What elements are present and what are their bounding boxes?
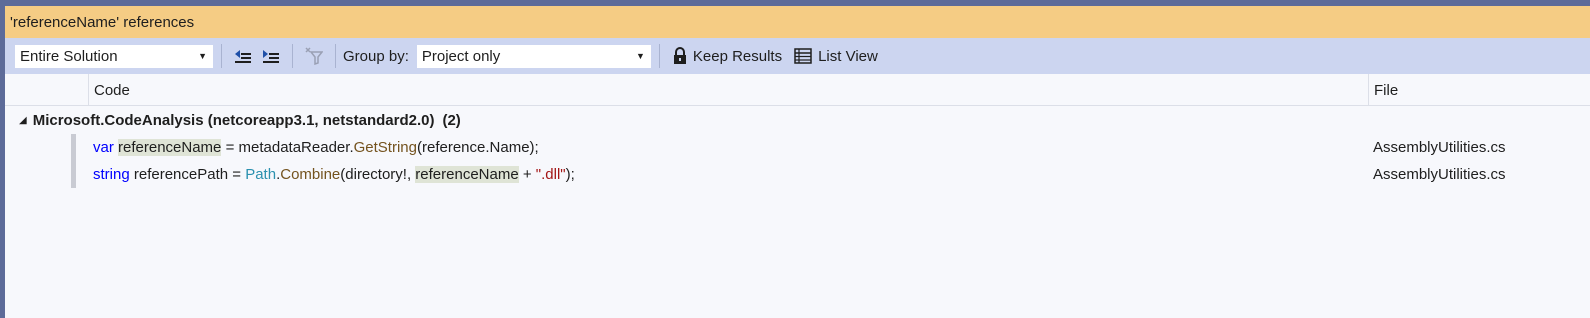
code-token: = (228, 166, 246, 183)
code-token: Path (245, 166, 277, 183)
result-row[interactable]: string referencePath = Path.Combine(dire… (5, 161, 1590, 188)
dropdown-arrow-icon: ▼ (198, 51, 207, 61)
toolbar-separator (658, 44, 660, 68)
scope-value: Entire Solution (20, 47, 118, 65)
code-token: directory! (345, 166, 407, 183)
window-title: 'referenceName' references (10, 13, 195, 31)
lock-icon (673, 47, 686, 64)
keep-results-label: Keep Results (692, 47, 783, 65)
group-by-dropdown[interactable]: Project only ▼ (415, 43, 652, 69)
window-title-bar: 'referenceName' references (5, 6, 1590, 38)
find-references-window: 'referenceName' references Entire Soluti… (5, 6, 1590, 318)
code-token: GetString (353, 139, 417, 156)
group-by-label: Group by: (343, 47, 409, 65)
group-row[interactable]: ◢ Microsoft.CodeAnalysis (netcoreapp3.1,… (5, 106, 1590, 134)
result-row[interactable]: var referenceName = metadataReader.GetSt… (5, 134, 1590, 161)
column-header-code-label: Code (94, 81, 130, 99)
scope-dropdown[interactable]: Entire Solution ▼ (14, 43, 214, 69)
code-token: referencePath (133, 166, 229, 183)
column-header-row: Code File (5, 74, 1590, 106)
next-location-button[interactable] (257, 43, 285, 69)
collapse-triangle-icon[interactable]: ◢ (19, 115, 27, 126)
toolbar: Entire Solution ▼ Group by: Project only… (5, 38, 1590, 74)
clear-filter-button[interactable] (300, 43, 328, 69)
file-name: AssemblyUtilities.cs (1373, 166, 1506, 183)
dropdown-arrow-icon: ▼ (635, 51, 645, 61)
code-token: Name (489, 139, 530, 156)
code-token: ".dll" (535, 166, 566, 183)
column-header-code[interactable]: Code (88, 74, 1368, 106)
file-name: AssemblyUtilities.cs (1373, 139, 1506, 156)
list-view-label: List View (818, 47, 878, 65)
column-header-file[interactable]: File (1368, 74, 1590, 106)
code-token: ); (529, 139, 539, 156)
group-label: Microsoft.CodeAnalysis (netcoreapp3.1, n… (32, 111, 435, 129)
code-token: Combine (280, 166, 341, 183)
code-token: ); (565, 166, 575, 183)
column-header-file-label: File (1374, 81, 1399, 99)
toolbar-separator (335, 44, 336, 68)
toolbar-separator (292, 44, 293, 68)
clear-filter-icon (305, 47, 323, 65)
code-token-highlight: referenceName (415, 166, 519, 183)
code-token: metadataReader (238, 139, 350, 156)
code-token: + (518, 166, 536, 183)
results-list: ◢ Microsoft.CodeAnalysis (netcoreapp3.1,… (5, 106, 1590, 188)
row-indicator-bar (71, 161, 76, 188)
toolbar-separator (221, 44, 222, 68)
code-snippet: string referencePath = Path.Combine(dire… (93, 166, 575, 183)
code-snippet: var referenceName = metadataReader.GetSt… (93, 139, 539, 156)
code-token: string (93, 166, 130, 183)
code-token: var (93, 139, 114, 156)
group-by-value: Project only (421, 47, 501, 65)
group-count: (2) (442, 111, 461, 129)
row-indicator-bar (71, 134, 76, 161)
list-view-button[interactable]: List View (788, 43, 884, 69)
previous-location-button[interactable] (229, 43, 257, 69)
code-token: = (221, 139, 239, 156)
previous-location-icon (235, 50, 251, 63)
keep-results-button[interactable]: Keep Results (667, 43, 788, 69)
code-token-highlight: referenceName (118, 139, 222, 156)
code-token: reference (421, 139, 486, 156)
list-view-icon (794, 48, 812, 64)
next-location-icon (263, 50, 279, 63)
